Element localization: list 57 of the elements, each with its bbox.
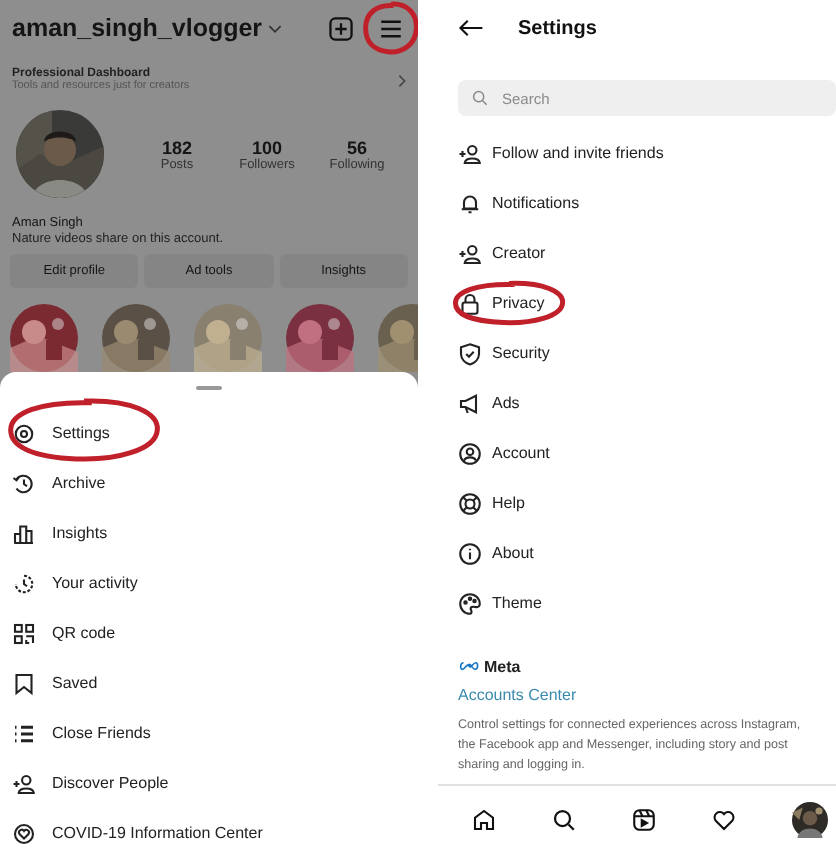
option-item[interactable]: Creator [492,244,546,262]
meta-logo-icon [458,660,480,672]
lifebuoy-icon [458,491,482,515]
menu-item[interactable]: Close Friends [52,724,151,742]
qr-code-icon [12,621,36,645]
lock-icon [458,291,482,315]
option-item[interactable]: Help [492,494,525,512]
add-person-icon [458,141,482,165]
option-item[interactable]: Theme [492,594,542,612]
accounts-center-link[interactable]: Accounts Center [458,686,577,704]
menu-item[interactable]: Discover People [52,774,169,792]
bookmark-icon [12,671,36,695]
add-icon[interactable] [328,15,354,41]
list-icon [12,721,36,745]
heart-circle-icon [12,821,36,845]
search-icon[interactable] [552,807,576,831]
option-item[interactable]: Ads [492,394,520,412]
clock-icon [12,571,36,595]
option-item[interactable]: Account [492,444,550,462]
drag-handle[interactable] [196,386,222,390]
stat-count: 182 [161,137,193,157]
shield-icon [458,341,482,365]
username[interactable]: aman_singh_vlogger [12,14,263,42]
menu-item[interactable]: Saved [52,674,98,692]
person-circle-icon [458,441,482,465]
option-item[interactable]: Security [492,344,550,362]
heart-icon[interactable] [712,807,736,831]
bar-chart-icon [12,521,36,545]
menu-item[interactable]: COVID-19 Information Center [52,824,263,842]
chevron-down-icon[interactable] [268,23,283,33]
menu-item[interactable]: Insights [52,524,108,542]
add-person-icon [12,771,36,795]
menu-item[interactable]: Archive [52,474,106,492]
bell-icon [458,191,482,215]
page-title: Settings [518,17,597,39]
add-person-icon [458,241,482,265]
info-icon [458,541,482,565]
option-item[interactable]: About [492,544,534,562]
home-icon[interactable] [472,807,496,831]
search-icon [472,90,488,106]
back-arrow-icon[interactable] [458,18,484,38]
palette-icon [458,591,482,615]
menu-icon[interactable] [378,15,404,41]
option-item[interactable]: Follow and invite friends [492,144,664,162]
menu-item[interactable]: Your activity [52,574,138,592]
option-item[interactable]: Privacy [492,294,545,312]
menu-item[interactable]: Settings [52,424,110,442]
megaphone-icon [458,391,482,415]
option-item[interactable]: Notifications [492,194,580,212]
stat-count: 56 [346,137,367,157]
meta-label: Meta [484,657,521,675]
settings-icon [12,421,36,445]
stat-count: 100 [251,137,283,157]
history-icon [12,471,36,495]
menu-item[interactable]: QR code [52,624,116,642]
reels-icon[interactable] [632,807,656,831]
chevron-right-icon [398,73,406,87]
